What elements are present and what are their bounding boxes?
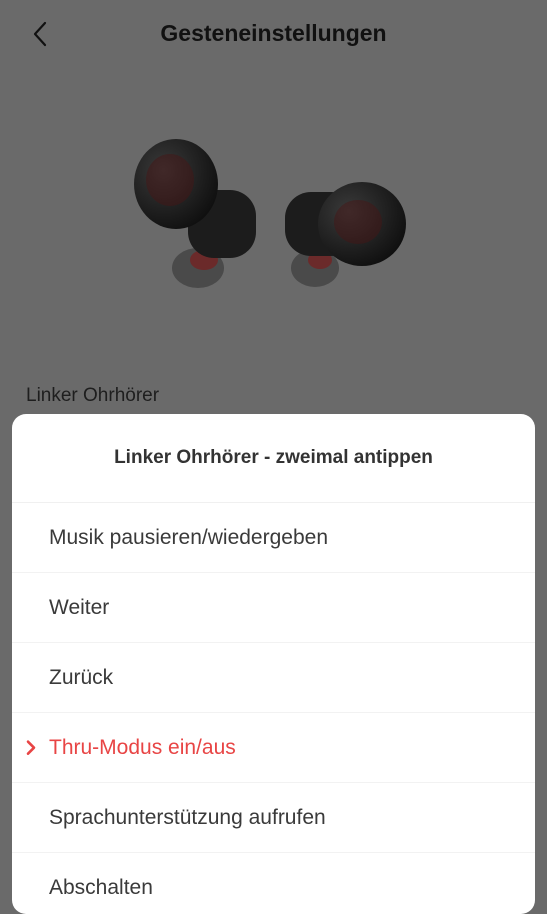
option-next[interactable]: Weiter bbox=[12, 573, 535, 643]
earbuds-image bbox=[134, 139, 406, 288]
section-label-left-earbud: Linker Ohrhörer bbox=[26, 385, 160, 406]
selected-chevron-icon bbox=[26, 739, 36, 755]
option-label: Musik pausieren/wiedergeben bbox=[49, 525, 328, 549]
header-bar: Gesteneinstellungen bbox=[0, 0, 547, 70]
action-sheet: Linker Ohrhörer - zweimal antippen Musik… bbox=[12, 414, 535, 914]
sheet-title: Linker Ohrhörer - zweimal antippen bbox=[12, 414, 535, 503]
option-label: Weiter bbox=[49, 595, 110, 619]
option-label: Thru-Modus ein/aus bbox=[49, 735, 236, 759]
page-title: Gesteneinstellungen bbox=[160, 20, 387, 46]
option-power-off[interactable]: Abschalten bbox=[12, 853, 535, 914]
option-label: Zurück bbox=[49, 665, 114, 689]
option-pause-play[interactable]: Musik pausieren/wiedergeben bbox=[12, 503, 535, 573]
option-voice-assistant[interactable]: Sprachunterstützung aufrufen bbox=[12, 783, 535, 853]
option-label: Abschalten bbox=[49, 875, 153, 899]
option-label: Sprachunterstützung aufrufen bbox=[49, 805, 326, 829]
option-previous[interactable]: Zurück bbox=[12, 643, 535, 713]
option-thru-mode[interactable]: Thru-Modus ein/aus bbox=[12, 713, 535, 783]
